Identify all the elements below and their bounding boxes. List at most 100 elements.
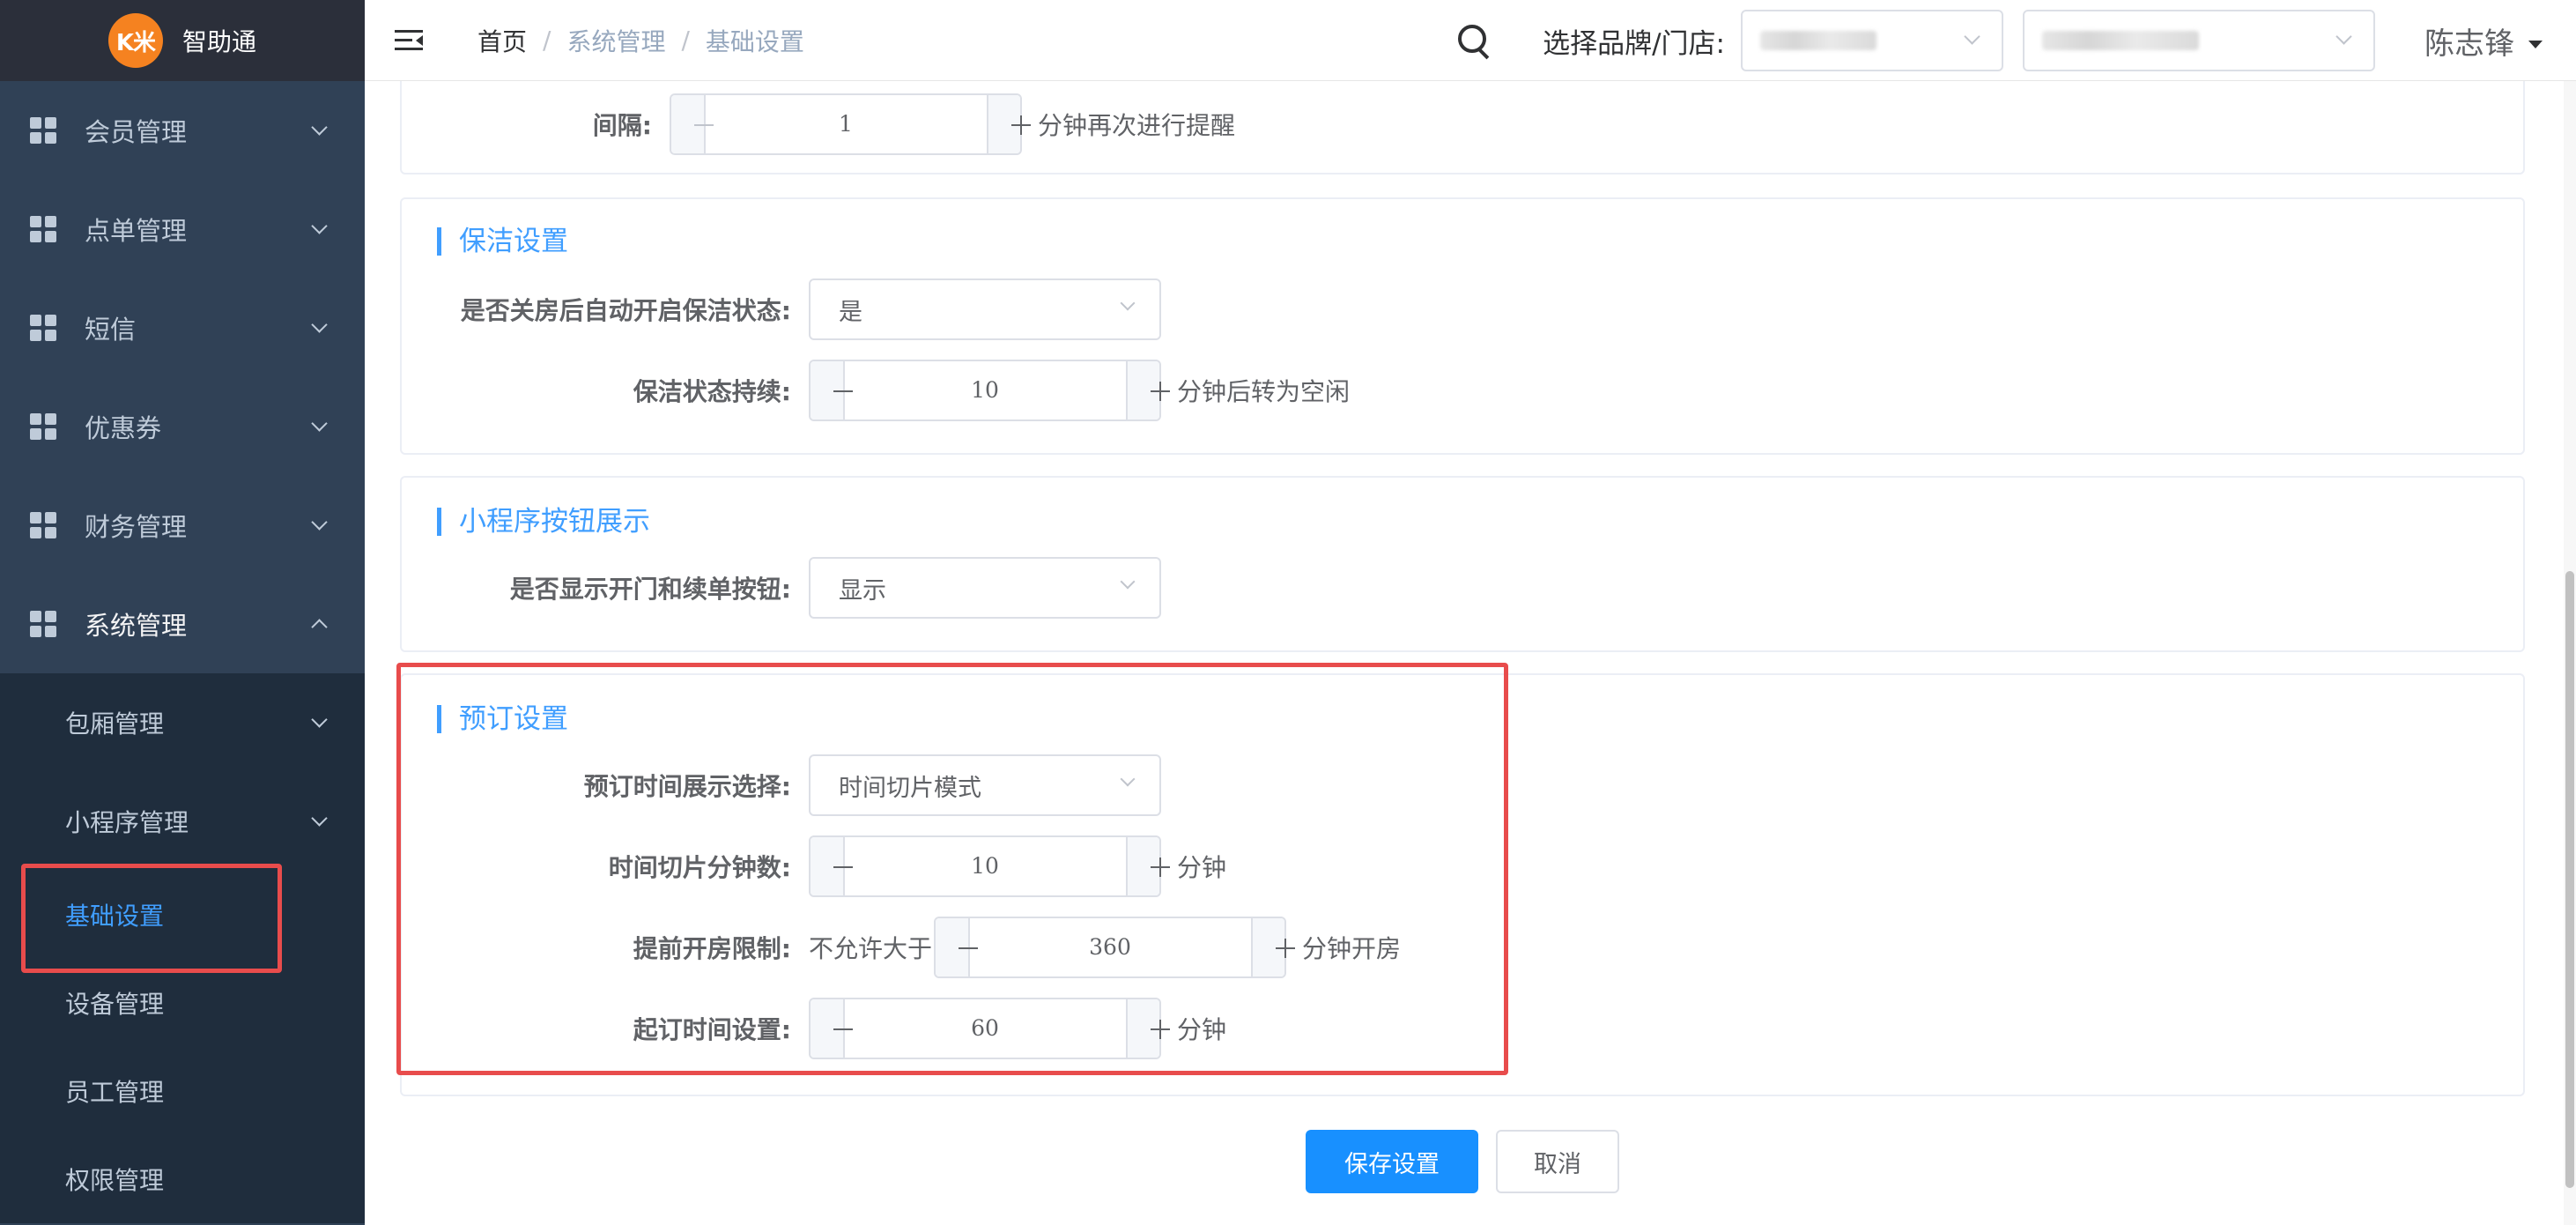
chevron-down-icon <box>1119 298 1136 316</box>
chevron-down-icon <box>1119 576 1136 594</box>
sidebar-item-orders[interactable]: 点单管理 <box>0 180 365 278</box>
user-name[interactable]: 陈志锋 <box>2424 19 2514 63</box>
scrollbar-thumb[interactable] <box>2565 571 2574 1188</box>
sidebar-item-label: 系统管理 <box>85 611 188 641</box>
form-suffix: 分钟 <box>1177 1015 1227 1044</box>
sidebar-item-system[interactable]: 系统管理 <box>0 575 365 673</box>
grid-icon <box>30 413 56 440</box>
sidebar-item-staff[interactable]: 员工管理 <box>0 1047 365 1135</box>
booking-minimum-row: 起订时间设置: 分钟 <box>402 998 1226 1059</box>
app-root: K米 智助通 会员管理 点单管理 短信 优惠券 财务管理 系统管理 包厢管理 小… <box>0 0 2576 1225</box>
select-value: 时间切片模式 <box>839 774 981 802</box>
brand-select[interactable] <box>1741 10 2003 71</box>
grid-icon <box>30 611 56 637</box>
cleaning-duration-stepper <box>809 360 1169 421</box>
miniapp-show-select[interactable]: 显示 <box>809 557 1161 619</box>
booking-minimum-input[interactable] <box>844 999 1126 1058</box>
grid-icon <box>30 512 56 538</box>
booking-slice-input[interactable] <box>844 837 1126 895</box>
search-icon[interactable] <box>1456 23 1492 58</box>
sidebar-item-members[interactable]: 会员管理 <box>0 81 365 180</box>
top-header: 首页 / 系统管理 / 基础设置 选择品牌/门店: 陈志锋 <box>365 0 2576 81</box>
section-title: 小程序按钮展示 <box>437 508 650 536</box>
cleaning-auto-row: 是否关房后自动开启保洁状态: 是 <box>402 278 1161 340</box>
form-label: 起订时间设置: <box>633 1015 791 1044</box>
sidebar-item-label: 设备管理 <box>65 990 165 1019</box>
decrease-button[interactable] <box>811 999 853 1058</box>
decrease-button[interactable] <box>811 361 853 419</box>
sidebar-item-sms[interactable]: 短信 <box>0 278 365 377</box>
form-label: 是否显示开门和续单按钮: <box>509 575 791 604</box>
chevron-down-icon <box>310 319 328 337</box>
store-select[interactable] <box>2023 10 2375 71</box>
chevron-down-icon <box>310 122 328 139</box>
breadcrumb-home[interactable]: 首页 <box>477 23 527 58</box>
brand-select-value <box>1760 31 1876 50</box>
decrease-button[interactable] <box>671 95 714 153</box>
reminder-card: 间隔: 分钟再次进行提醒 <box>400 81 2525 174</box>
menu-toggle-icon[interactable] <box>395 28 425 53</box>
chevron-down-icon <box>310 813 328 830</box>
increase-button[interactable] <box>986 95 1030 153</box>
save-settings-button[interactable]: 保存设置 <box>1306 1130 1478 1193</box>
grid-icon <box>30 216 56 242</box>
chevron-down-icon <box>1119 774 1136 791</box>
breadcrumb-separator: / <box>681 26 690 55</box>
booking-advance-input[interactable] <box>969 918 1251 976</box>
grid-icon <box>30 117 56 144</box>
sidebar-item-label: 财务管理 <box>85 512 188 542</box>
chevron-down-icon <box>2335 31 2352 48</box>
breadcrumb-system[interactable]: 系统管理 <box>566 23 665 58</box>
form-label: 时间切片分钟数: <box>608 853 791 882</box>
app-title: 智助通 <box>181 27 256 56</box>
reminder-interval-input[interactable] <box>705 95 987 153</box>
breadcrumb: 首页 / 系统管理 / 基础设置 <box>477 23 804 58</box>
sidebar-item-basic-settings[interactable]: 基础设置 <box>0 864 365 973</box>
increase-button[interactable] <box>1250 918 1294 976</box>
cleaning-duration-row: 保洁状态持续: 分钟后转为空闲 <box>402 360 1350 421</box>
chevron-down-icon <box>310 220 328 238</box>
sidebar-item-miniapp[interactable]: 小程序管理 <box>0 772 365 871</box>
sidebar-item-label: 员工管理 <box>65 1078 165 1107</box>
cancel-button[interactable]: 取消 <box>1496 1130 1619 1193</box>
sidebar-item-label: 权限管理 <box>65 1166 165 1195</box>
form-label: 是否关房后自动开启保洁状态: <box>460 296 791 325</box>
scrollbar[interactable] <box>2564 81 2576 1225</box>
cleaning-duration-input[interactable] <box>844 361 1126 419</box>
sidebar-submenu-system: 包厢管理 小程序管理 基础设置 设备管理 员工管理 权限管理 <box>0 673 365 1223</box>
form-suffix: 分钟开房 <box>1302 934 1402 963</box>
cleaning-auto-select[interactable]: 是 <box>809 278 1161 340</box>
chevron-down-icon <box>310 516 328 534</box>
form-suffix: 分钟 <box>1177 853 1227 882</box>
miniapp-show-row: 是否显示开门和续单按钮: 显示 <box>402 557 1161 619</box>
chevron-down-icon <box>310 714 328 731</box>
increase-button[interactable] <box>1125 999 1169 1058</box>
header-right: 选择品牌/门店: 陈志锋 <box>1456 0 2576 81</box>
increase-button[interactable] <box>1125 361 1169 419</box>
logo-bar: K米 智助通 <box>0 0 365 81</box>
booking-advance-row: 提前开房限制: 不允许大于 分钟开房 <box>402 917 1401 978</box>
miniapp-buttons-card: 小程序按钮展示 是否显示开门和续单按钮: 显示 <box>400 476 2525 652</box>
sidebar-item-coupons[interactable]: 优惠券 <box>0 377 365 476</box>
decrease-button[interactable] <box>936 918 978 976</box>
form-label: 间隔: <box>592 111 652 140</box>
main-content: 间隔: 分钟再次进行提醒 保洁设置 是否关房后自动开启保洁状态: 是 保 <box>365 81 2576 1225</box>
form-label: 保洁状态持续: <box>633 377 791 406</box>
caret-down-icon[interactable] <box>2528 40 2543 48</box>
sidebar-item-rooms[interactable]: 包厢管理 <box>0 673 365 772</box>
cleaning-settings-card: 保洁设置 是否关房后自动开启保洁状态: 是 保洁状态持续: 分钟后转为空闲 <box>400 197 2525 455</box>
booking-display-select[interactable]: 时间切片模式 <box>809 754 1161 816</box>
sidebar-item-permissions[interactable]: 权限管理 <box>0 1135 365 1223</box>
sidebar-item-finance[interactable]: 财务管理 <box>0 476 365 575</box>
booking-display-row: 预订时间展示选择: 时间切片模式 <box>402 754 1161 816</box>
breadcrumb-separator: / <box>543 26 551 55</box>
increase-button[interactable] <box>1125 837 1169 895</box>
sidebar: K米 智助通 会员管理 点单管理 短信 优惠券 财务管理 系统管理 包厢管理 小… <box>0 0 365 1225</box>
select-value: 显示 <box>839 576 886 605</box>
booking-advance-stepper <box>934 917 1294 978</box>
form-suffix: 分钟再次进行提醒 <box>1038 111 1236 140</box>
form-label: 提前开房限制: <box>633 934 791 963</box>
form-label: 预订时间展示选择: <box>583 772 791 801</box>
form-suffix: 分钟后转为空闲 <box>1177 377 1351 406</box>
decrease-button[interactable] <box>811 837 853 895</box>
